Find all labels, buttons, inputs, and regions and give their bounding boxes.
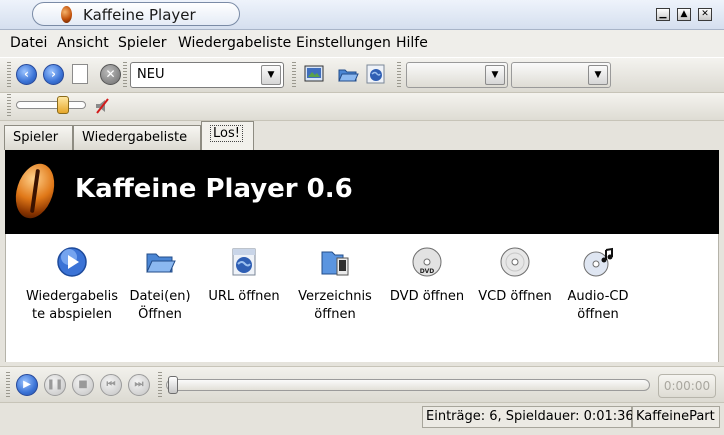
toolbar-grip[interactable] [6, 372, 10, 398]
menu-spieler[interactable]: Spieler [118, 35, 167, 51]
toolbar-grip[interactable] [292, 62, 296, 88]
title-pill: Kaffeine Player [32, 2, 240, 26]
open-dvd-label: DVD öffnen [389, 289, 465, 304]
start-banner: Kaffeine Player 0.6 [5, 150, 719, 234]
status-bar: Einträge: 6, Spieldauer: 0:01:36 Kaffein… [0, 402, 724, 435]
seek-slider-handle[interactable] [168, 376, 178, 394]
tab-spieler-label: Spieler [13, 130, 59, 145]
open-url-action[interactable]: URL öffnen [204, 246, 284, 306]
next-button[interactable]: ⏭ [128, 374, 150, 396]
toolbar-grip[interactable] [7, 62, 11, 88]
player-controls: ▶ ❚❚ ■ ⏮ ⏭ 0:00:00 [0, 366, 724, 402]
tab-los-label: Los! [210, 125, 243, 142]
seek-slider[interactable] [166, 379, 650, 391]
clear-icon[interactable]: ✕ [100, 64, 121, 85]
globe-icon [232, 248, 256, 276]
open-url-label: URL öffnen [208, 289, 280, 304]
menu-datei[interactable]: Datei [10, 35, 47, 51]
snapshot-icon[interactable] [303, 63, 325, 85]
tab-los[interactable]: Los! [201, 121, 254, 150]
play-playlist-label: Wiedergabelis te abspielen [25, 289, 118, 322]
open-dvd-action[interactable]: DVD DVD öffnen [386, 246, 468, 306]
open-directory-label: Verzeichnis öffnen [298, 289, 372, 322]
banner-title: Kaffeine Player 0.6 [75, 174, 353, 204]
menu-wiedergabeliste[interactable]: Wiedergabeliste [178, 35, 291, 51]
stop-button[interactable]: ■ [72, 374, 94, 396]
title-bar: Kaffeine Player ▁ ▲ ✕ [0, 0, 724, 30]
main-toolbar: ‹ › ✕ NEU ▼ ▼ ▼ [0, 57, 724, 93]
globe-icon[interactable] [365, 63, 387, 85]
kaffeine-logo-icon [9, 158, 61, 224]
tab-wiedergabeliste[interactable]: Wiedergabeliste [73, 125, 201, 150]
toolbar-grip[interactable] [397, 62, 401, 88]
open-files-action[interactable]: Datei(en) Öffnen [122, 246, 198, 324]
open-directory-action[interactable]: Verzeichnis öffnen [290, 246, 380, 324]
volume-slider-handle[interactable] [57, 96, 69, 114]
new-document-icon[interactable] [72, 64, 88, 84]
maximize-button[interactable]: ▲ [677, 8, 691, 21]
minimize-button[interactable]: ▁ [656, 8, 670, 21]
part-status: KaffeinePart [632, 406, 720, 428]
start-panel: Wiedergabelis te abspielen Datei(en) Öff… [5, 234, 719, 362]
play-button[interactable]: ▶ [16, 374, 38, 396]
playlist-status: Einträge: 6, Spieldauer: 0:01:36 [422, 406, 634, 428]
playlist-combo[interactable]: NEU ▼ [130, 62, 284, 88]
open-vcd-label: VCD öffnen [478, 289, 552, 304]
toolbar-grip[interactable] [123, 62, 127, 88]
menu-hilfe[interactable]: Hilfe [396, 35, 428, 51]
kaffeine-logo-icon [61, 6, 72, 23]
play-circle-icon [57, 247, 87, 277]
back-icon[interactable]: ‹ [16, 64, 37, 85]
playlist-combo-value: NEU [137, 67, 165, 82]
folder-open-icon[interactable] [337, 64, 359, 86]
toolbar-grip[interactable] [158, 372, 162, 398]
toolbar-grip[interactable] [7, 94, 11, 118]
vcd-icon [500, 247, 530, 277]
menu-einstellungen[interactable]: Einstellungen [296, 35, 391, 51]
chevron-down-icon[interactable]: ▼ [485, 65, 505, 85]
dvd-icon: DVD [412, 247, 442, 277]
volume-slider[interactable] [16, 101, 86, 109]
tab-wiedergabeliste-label: Wiedergabeliste [82, 130, 188, 145]
menu-ansicht[interactable]: Ansicht [57, 35, 109, 51]
svg-text:DVD: DVD [420, 268, 435, 275]
time-display[interactable]: 0:00:00 [658, 374, 716, 398]
play-playlist-action[interactable]: Wiedergabelis te abspielen [20, 246, 124, 324]
volume-toolbar [0, 93, 724, 121]
open-audio-cd-action[interactable]: Audio-CD öffnen [562, 246, 634, 324]
folder-open-icon [146, 253, 176, 273]
chevron-down-icon[interactable]: ▼ [261, 65, 281, 85]
pause-button[interactable]: ❚❚ [44, 374, 66, 396]
tab-spieler[interactable]: Spieler [4, 125, 73, 150]
subtitle-combo[interactable]: ▼ [511, 62, 611, 88]
dvb-channel-combo[interactable]: ▼ [406, 62, 508, 88]
audio-cd-icon [583, 247, 613, 277]
directory-icon [321, 251, 349, 276]
open-vcd-action[interactable]: VCD öffnen [474, 246, 556, 306]
window-title: Kaffeine Player [83, 6, 196, 24]
menu-bar: Datei Ansicht Spieler Wiedergabeliste Ei… [0, 30, 724, 57]
tab-bar: Spieler Wiedergabeliste Los! [0, 121, 724, 150]
close-button[interactable]: ✕ [698, 8, 712, 21]
chevron-down-icon[interactable]: ▼ [588, 65, 608, 85]
mute-icon[interactable] [94, 97, 110, 115]
open-audio-cd-label: Audio-CD öffnen [567, 289, 629, 322]
forward-icon[interactable]: › [43, 64, 64, 85]
open-files-label: Datei(en) Öffnen [129, 289, 191, 322]
previous-button[interactable]: ⏮ [100, 374, 122, 396]
